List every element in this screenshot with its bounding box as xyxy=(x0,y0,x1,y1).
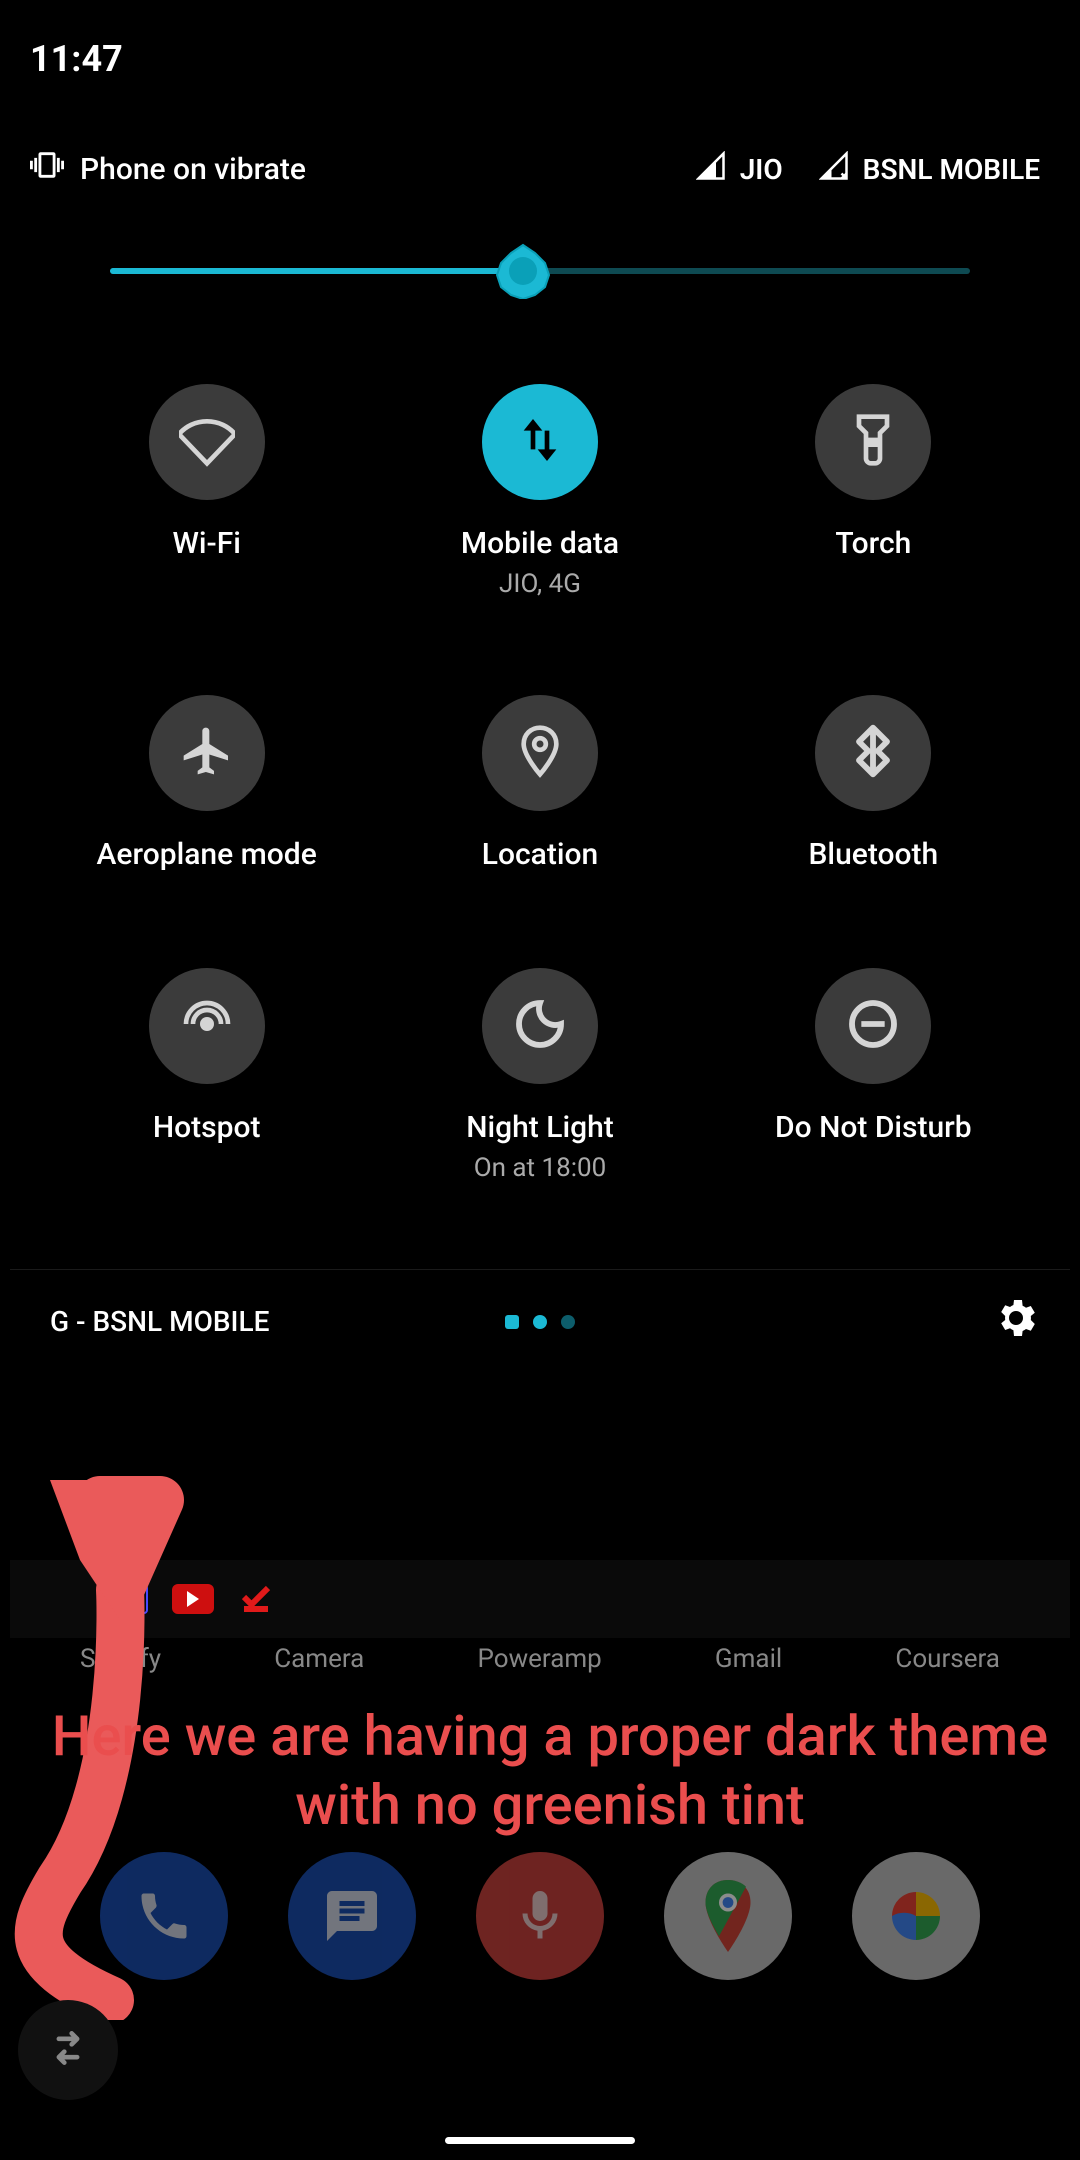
torch-icon xyxy=(845,412,901,472)
tile-night-light-label: Night Light xyxy=(466,1110,614,1145)
data-arrows-icon xyxy=(512,412,568,472)
dock-row xyxy=(0,1852,1080,1980)
brightness-fill xyxy=(110,268,523,274)
quick-settings-panel: Phone on vibrate JIO BSNL MOBILE Wi-Fi xyxy=(10,130,1070,1373)
brightness-thumb[interactable] xyxy=(495,243,551,299)
app-icon-m: m xyxy=(110,1584,148,1614)
gear-icon xyxy=(992,1316,1040,1349)
annotation-caption: Here we are having a proper dark theme w… xyxy=(50,1702,1050,1841)
settings-button[interactable] xyxy=(992,1294,1040,1349)
moon-icon xyxy=(512,996,568,1056)
panel-footer: G - BSNL MOBILE xyxy=(10,1269,1070,1373)
tile-wifi[interactable]: Wi-Fi xyxy=(40,384,373,599)
brightness-track xyxy=(110,268,970,274)
panel-header-row: Phone on vibrate JIO BSNL MOBILE xyxy=(10,130,1070,208)
dock-app-mic[interactable] xyxy=(476,1852,604,1980)
bluetooth-icon xyxy=(845,723,901,783)
youtube-icon xyxy=(172,1584,214,1614)
signal-icon xyxy=(696,151,726,188)
dock-app-photos[interactable] xyxy=(852,1852,980,1980)
tile-night-light[interactable]: Night Light On at 18:00 xyxy=(373,968,706,1183)
page-indicator[interactable] xyxy=(505,1315,575,1329)
location-icon xyxy=(512,723,568,783)
tile-location-label: Location xyxy=(482,837,598,872)
tile-torch[interactable]: Torch xyxy=(707,384,1040,599)
notification-strip[interactable]: m xyxy=(10,1560,1070,1638)
carrier-1[interactable]: JIO xyxy=(696,151,783,188)
airplane-icon xyxy=(179,723,235,783)
phone-status-label: Phone on vibrate xyxy=(80,152,306,187)
page-dot-1 xyxy=(505,1315,519,1329)
tile-aeroplane-label: Aeroplane mode xyxy=(97,837,317,872)
phone-vibrate-status[interactable]: Phone on vibrate xyxy=(30,148,306,190)
hotspot-icon xyxy=(179,996,235,1056)
tile-hotspot-label: Hotspot xyxy=(153,1110,261,1145)
tile-dnd[interactable]: Do Not Disturb xyxy=(707,968,1040,1183)
tile-night-light-sub: On at 18:00 xyxy=(474,1153,607,1183)
tile-mobile-data-label: Mobile data xyxy=(461,526,619,561)
signal-no-data-icon xyxy=(819,151,849,188)
tile-mobile-data-sub: JIO, 4G xyxy=(499,569,581,599)
dnd-icon xyxy=(845,996,901,1056)
carrier-2[interactable]: BSNL MOBILE xyxy=(819,151,1040,188)
dock-app-maps[interactable] xyxy=(664,1852,792,1980)
tile-location[interactable]: Location xyxy=(373,695,706,872)
brightness-slider[interactable] xyxy=(10,208,1070,324)
retweet-icon xyxy=(46,2026,90,2074)
check-icon xyxy=(238,1579,274,1619)
wifi-icon xyxy=(179,412,235,472)
status-time: 11:47 xyxy=(30,38,123,80)
dock-label-5: Coursera xyxy=(895,1644,1000,1674)
tile-mobile-data[interactable]: Mobile data JIO, 4G xyxy=(373,384,706,599)
page-dot-2 xyxy=(533,1315,547,1329)
dock-label-1: Spotify xyxy=(80,1644,161,1674)
tile-aeroplane[interactable]: Aeroplane mode xyxy=(40,695,373,872)
tile-torch-label: Torch xyxy=(835,526,911,561)
tile-bluetooth-label: Bluetooth xyxy=(808,837,938,872)
tile-dnd-label: Do Not Disturb xyxy=(775,1110,972,1145)
tile-hotspot[interactable]: Hotspot xyxy=(40,968,373,1183)
retweet-button[interactable] xyxy=(18,2000,118,2100)
tile-wifi-label: Wi-Fi xyxy=(172,526,240,561)
page-dot-3 xyxy=(561,1315,575,1329)
vibrate-icon xyxy=(30,148,64,190)
dock-label-2: Camera xyxy=(274,1644,364,1674)
dock-label-4: Gmail xyxy=(715,1644,782,1674)
tile-bluetooth[interactable]: Bluetooth xyxy=(707,695,1040,872)
carrier-2-label: BSNL MOBILE xyxy=(863,153,1040,186)
dock-app-messages[interactable] xyxy=(288,1852,416,1980)
dock-label-3: Poweramp xyxy=(478,1644,602,1674)
gesture-nav-bar[interactable] xyxy=(445,2137,635,2144)
quick-tiles-grid: Wi-Fi Mobile data JIO, 4G Torch Aeroplan… xyxy=(10,324,1070,1269)
dock-app-phone[interactable] xyxy=(100,1852,228,1980)
carrier-1-label: JIO xyxy=(740,153,783,186)
dock-labels-row: Spotify Camera Poweramp Gmail Coursera xyxy=(0,1644,1080,1674)
